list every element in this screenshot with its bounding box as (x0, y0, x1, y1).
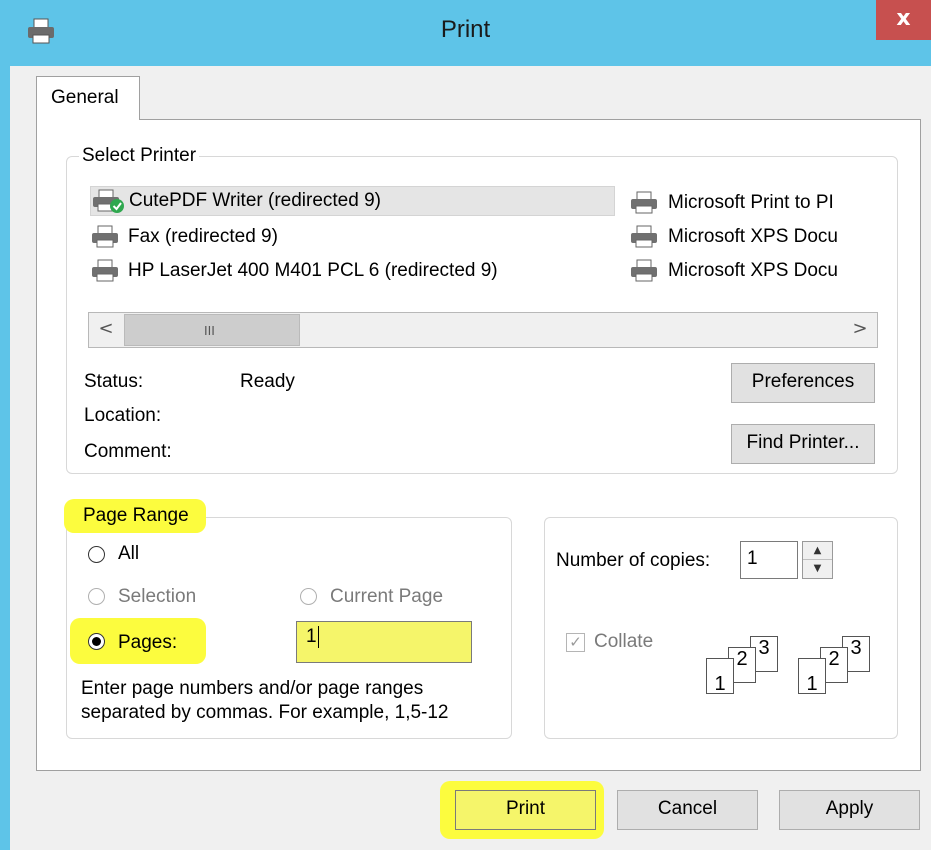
printer-icon (92, 259, 118, 282)
printer-label: Microsoft Print to PI (668, 192, 834, 213)
print-button[interactable]: Print (455, 790, 596, 830)
text-cursor (317, 626, 319, 648)
preferences-button[interactable]: Preferences (731, 363, 875, 403)
printer-item-cutepdf[interactable]: CutePDF Writer (redirected 9) (90, 186, 615, 216)
scroll-right-icon[interactable]: > (843, 313, 877, 347)
radio-selection[interactable] (88, 588, 105, 605)
apply-button[interactable]: Apply (779, 790, 920, 830)
radio-pages[interactable] (88, 633, 105, 650)
pages-input[interactable]: 1 (296, 621, 472, 663)
radio-current-page-label: Current Page (330, 586, 444, 607)
collate-label: Collate (594, 631, 654, 652)
radio-pages-dot (92, 637, 101, 646)
printer-icon (92, 225, 118, 248)
radio-current-page[interactable] (300, 588, 317, 605)
printer-icon (631, 191, 657, 214)
spin-down-icon[interactable]: ▼ (803, 560, 832, 578)
scroll-left-icon[interactable]: < (89, 313, 123, 347)
printer-default-icon (93, 189, 124, 213)
printer-item-ms-xps-1[interactable]: Microsoft XPS Docu (628, 222, 838, 252)
radio-pages-label: Pages: (118, 632, 178, 653)
select-printer-label: Select Printer (79, 145, 200, 167)
number-of-copies-input[interactable]: 1 (740, 541, 798, 579)
scroll-grip-icon: III (204, 323, 215, 338)
scroll-thumb[interactable]: III (124, 314, 300, 346)
title-bar: Print (0, 0, 931, 66)
comment-label: Comment: (84, 441, 172, 462)
status-label: Status: (84, 371, 144, 392)
tab-general[interactable]: General (36, 76, 140, 120)
window-title: Print (440, 16, 491, 43)
copies-spinner[interactable]: ▲ ▼ (802, 541, 833, 579)
page-range-label: Page Range (83, 505, 189, 526)
number-of-copies-value: 1 (747, 548, 758, 569)
printer-label: Microsoft XPS Docu (668, 226, 838, 247)
number-of-copies-label: Number of copies: (556, 550, 711, 571)
find-printer-button[interactable]: Find Printer... (731, 424, 875, 464)
collate-checkbox[interactable]: ✓ (566, 633, 585, 652)
cancel-button[interactable]: Cancel (617, 790, 758, 830)
close-button[interactable]: x (876, 0, 931, 40)
printer-item-ms-print-to-pdf[interactable]: Microsoft Print to PI (628, 188, 834, 218)
location-label: Location: (84, 405, 162, 426)
radio-selection-label: Selection (118, 586, 197, 607)
printer-item-ms-xps-2[interactable]: Microsoft XPS Docu (628, 256, 838, 286)
printer-icon (631, 225, 657, 248)
pages-input-value: 1 (306, 626, 317, 648)
printer-label: Fax (redirected 9) (128, 226, 278, 247)
collate-page-1: 1 (706, 658, 734, 695)
radio-all[interactable] (88, 546, 105, 563)
radio-all-label: All (118, 543, 140, 564)
collate-page-1: 1 (798, 658, 826, 695)
tab-general-label: General (51, 87, 119, 108)
printer-label: HP LaserJet 400 M401 PCL 6 (redirected 9… (128, 260, 498, 281)
status-value: Ready (240, 371, 295, 392)
printer-item-fax[interactable]: Fax (redirected 9) (90, 222, 278, 252)
spin-up-icon[interactable]: ▲ (803, 542, 832, 560)
printer-icon (631, 259, 657, 282)
page-range-hint-line1: Enter page numbers and/or page ranges (81, 678, 424, 699)
printer-label: CutePDF Writer (redirected 9) (129, 190, 381, 211)
printer-list-scrollbar[interactable]: < III > (88, 312, 878, 348)
page-range-hint-line2: separated by commas. For example, 1,5-12 (81, 702, 449, 723)
printer-label: Microsoft XPS Docu (668, 260, 838, 281)
printer-item-hp-laserjet[interactable]: HP LaserJet 400 M401 PCL 6 (redirected 9… (90, 256, 498, 286)
